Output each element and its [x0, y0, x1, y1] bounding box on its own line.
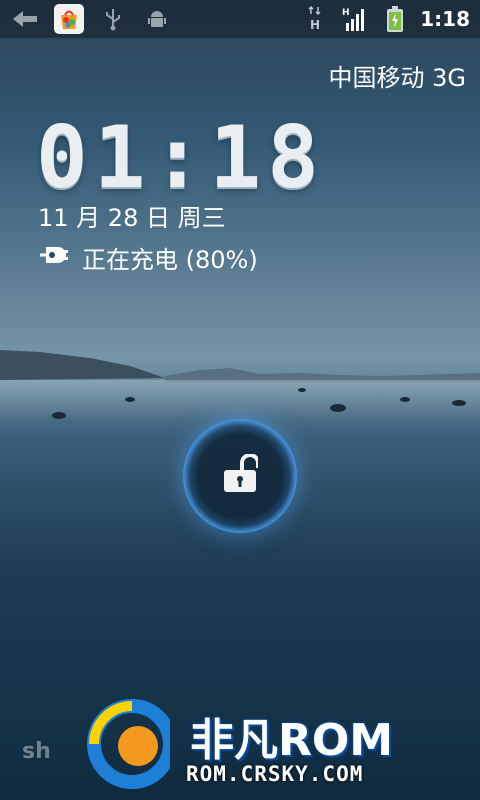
status-bar-time: 1:18	[420, 7, 470, 31]
data-h-icon: H	[300, 4, 330, 34]
android-debug-icon	[142, 4, 172, 34]
usb-icon	[98, 4, 128, 34]
svg-text:sh: sh	[22, 739, 51, 764]
lockscreen-date: 11 月 28 日 周三	[38, 204, 226, 232]
status-bar[interactable]: H H 1:18	[0, 0, 480, 38]
charger-plug-icon	[38, 242, 72, 274]
watermark-brand: 非凡ROM	[190, 715, 394, 766]
signal-h-icon: H	[340, 4, 370, 34]
battery-charging-icon	[380, 4, 410, 34]
rock	[452, 400, 466, 406]
rock	[400, 397, 410, 402]
lockscreen-clock: 01:18	[36, 108, 325, 208]
rock	[125, 397, 135, 402]
rock	[298, 388, 306, 392]
rock	[52, 412, 66, 419]
watermark: sh 非凡ROM ROM.CRSKY.COM	[20, 696, 470, 796]
carrier-label: 中国移动 3G	[328, 64, 467, 92]
unlock-button[interactable]	[183, 419, 297, 533]
unlocked-padlock-icon	[222, 453, 260, 498]
app-store-icon[interactable]	[54, 4, 84, 34]
back-arrow-icon[interactable]	[10, 4, 40, 34]
charging-status: 正在充电 (80%)	[38, 240, 258, 275]
charging-text: 正在充电 (80%)	[82, 246, 258, 274]
svg-text:H: H	[310, 18, 320, 32]
watermark-url: ROM.CRSKY.COM	[186, 762, 364, 786]
rock	[330, 404, 346, 412]
svg-text:H: H	[342, 8, 350, 18]
